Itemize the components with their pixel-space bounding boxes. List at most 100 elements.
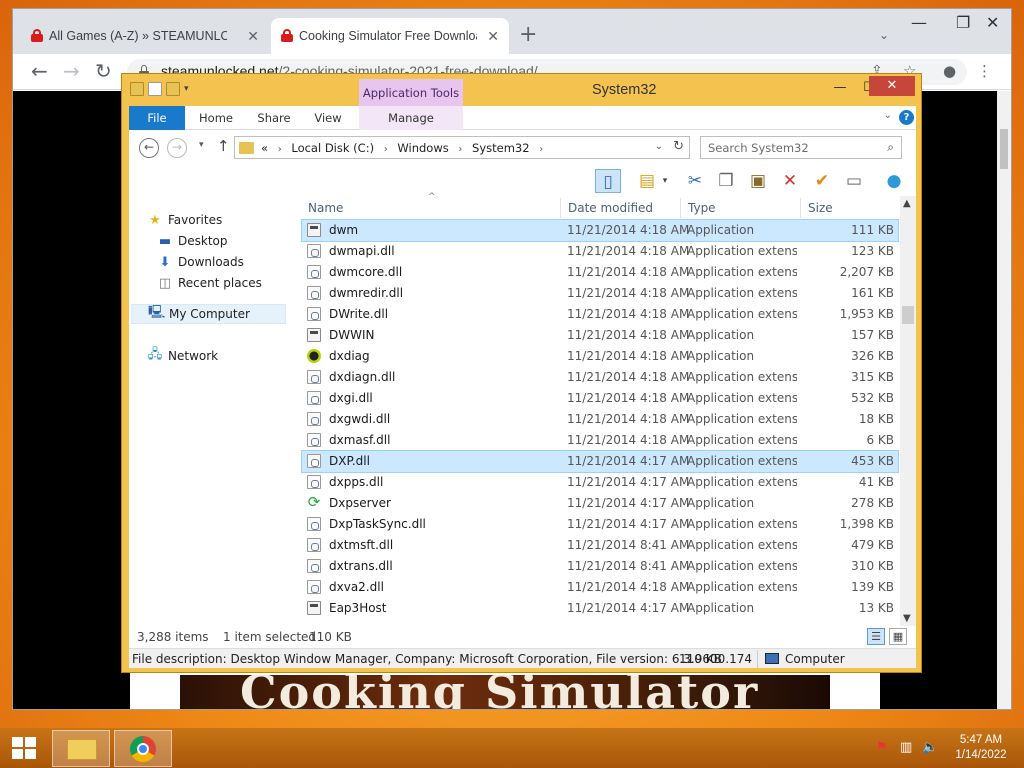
breadcrumb-system32[interactable]: System32: [472, 141, 530, 155]
folder-options-dropdown-icon[interactable]: ▾: [658, 169, 672, 193]
tab-all-games[interactable]: All Games (A-Z) » STEAMUNLOCKED ✕: [21, 18, 269, 54]
table-row[interactable]: Eap3Host 11/21/2014 4:17 AM Application 13 …: [302, 598, 898, 619]
volume-muted-icon[interactable]: 🔈: [922, 740, 938, 755]
breadcrumb-windows[interactable]: Windows: [397, 141, 448, 155]
system-clock[interactable]: 5:47 AM 1/14/2022: [951, 733, 1011, 763]
tab-view[interactable]: View: [305, 106, 351, 130]
forward-arrow-icon[interactable]: →: [63, 60, 80, 82]
windows-start-icon[interactable]: [12, 737, 37, 760]
tab-manage[interactable]: Manage: [359, 106, 463, 130]
rename-icon[interactable]: ▭: [841, 169, 867, 193]
scrollbar-thumb[interactable]: [902, 306, 914, 324]
cut-icon[interactable]: ✂: [682, 169, 708, 193]
back-button[interactable]: ←: [139, 138, 159, 158]
nav-downloads[interactable]: ⬇ Downloads: [157, 252, 244, 272]
table-row[interactable]: dxtmsft.dll 11/21/2014 8:41 AM Application…: [302, 535, 898, 556]
table-row[interactable]: DWWIN 11/21/2014 4:18 AM Application 157 KB: [302, 325, 898, 346]
chevron-right-icon[interactable]: ›: [384, 144, 388, 155]
table-row[interactable]: dxdiagn.dll 11/21/2014 4:18 AM Application…: [302, 367, 898, 388]
scroll-up-icon[interactable]: ▲: [903, 198, 911, 209]
menu-kebab-icon[interactable]: ⋮: [977, 60, 992, 82]
help-icon[interactable]: ?: [899, 110, 914, 125]
table-row[interactable]: DWrite.dll 11/21/2014 4:18 AM Application …: [302, 304, 898, 325]
breadcrumb-overflow[interactable]: «: [261, 141, 268, 155]
scroll-down-icon[interactable]: ▼: [903, 613, 911, 624]
breadcrumb-local-disk[interactable]: Local Disk (C:): [291, 141, 374, 155]
table-row[interactable]: ⟳ Dxpserver 11/21/2014 4:17 AM Application 2…: [302, 493, 898, 514]
profile-avatar-icon[interactable]: ●: [943, 60, 956, 82]
search-input[interactable]: Search System32 ⌕: [700, 136, 902, 159]
nav-favorites[interactable]: ★ Favorites: [147, 210, 222, 230]
address-dropdown-icon[interactable]: ⌄: [655, 141, 663, 152]
file-list-scrollbar[interactable]: ▲ ▼: [900, 196, 916, 626]
globe-icon[interactable]: ●: [881, 169, 907, 193]
new-folder-icon[interactable]: [166, 82, 180, 96]
recent-locations-icon[interactable]: ▾: [199, 140, 204, 150]
close-browser-button[interactable]: ✕: [986, 13, 999, 32]
table-row[interactable]: dxtrans.dll 11/21/2014 8:41 AM Application…: [302, 556, 898, 577]
tab-search-chevron-icon[interactable]: ⌄: [879, 28, 889, 42]
nav-network[interactable]: 🖧 Network: [147, 346, 218, 366]
minimize-browser-button[interactable]: —: [911, 13, 927, 32]
tab-cooking-simulator[interactable]: Cooking Simulator Free Download ✕: [271, 18, 509, 54]
table-row[interactable]: dxgwdi.dll 11/21/2014 4:18 AM Application …: [302, 409, 898, 430]
up-arrow-icon[interactable]: ↑: [217, 137, 230, 155]
large-icons-view-icon[interactable]: ▦: [889, 628, 907, 645]
preview-pane-icon[interactable]: ▯: [595, 169, 621, 193]
table-row[interactable]: dxgi.dll 11/21/2014 4:18 AM Application ex…: [302, 388, 898, 409]
close-button[interactable]: ✕: [869, 76, 915, 96]
new-tab-button[interactable]: +: [519, 24, 537, 46]
column-date-modified[interactable]: Date modified: [568, 201, 653, 215]
nav-desktop[interactable]: ▬ Desktop: [157, 231, 228, 251]
tab-share[interactable]: Share: [249, 106, 299, 130]
expand-ribbon-icon[interactable]: ⌄: [884, 110, 892, 121]
column-type[interactable]: Type: [688, 201, 716, 215]
taskbar-chrome[interactable]: [114, 730, 172, 767]
table-row[interactable]: dwmcore.dll 11/21/2014 4:18 AM Application…: [302, 262, 898, 283]
table-row[interactable]: DXP.dll 11/21/2014 4:17 AM Application ext…: [301, 450, 899, 473]
table-row[interactable]: DxpTaskSync.dll 11/21/2014 4:17 AM Applica…: [302, 514, 898, 535]
close-tab-icon[interactable]: ✕: [487, 28, 499, 45]
table-row[interactable]: dxmasf.dll 11/21/2014 4:18 AM Application …: [302, 430, 898, 451]
minimize-button[interactable]: —: [826, 78, 854, 98]
chevron-right-icon[interactable]: ›: [278, 144, 282, 155]
column-divider[interactable]: [800, 198, 801, 218]
table-row[interactable]: dwmredir.dll 11/21/2014 4:18 AM Applicatio…: [302, 283, 898, 304]
close-tab-icon[interactable]: ✕: [247, 28, 259, 45]
action-center-flag-icon[interactable]: ⚑: [876, 740, 888, 755]
refresh-icon[interactable]: ↻: [673, 139, 684, 154]
properties-icon[interactable]: [148, 82, 162, 96]
back-arrow-icon[interactable]: ←: [31, 60, 48, 82]
details-view-icon[interactable]: ☰: [867, 628, 885, 645]
explorer-titlebar[interactable]: ▾ Application Tools System32 — ☐ ✕: [122, 74, 921, 106]
folder-options-icon[interactable]: ▤: [634, 169, 660, 193]
page-scrollbar[interactable]: [997, 91, 1011, 709]
table-row[interactable]: dwm 11/21/2014 4:18 AM Application 111 KB: [301, 219, 899, 242]
column-size[interactable]: Size: [808, 201, 833, 215]
nav-my-computer[interactable]: 🖳 My Computer: [131, 304, 286, 324]
network-tray-icon[interactable]: ▥: [900, 740, 912, 755]
address-bar[interactable]: « › Local Disk (C:) › Windows › System32…: [234, 136, 690, 159]
reload-icon[interactable]: ↻: [95, 60, 112, 82]
forward-button[interactable]: →: [167, 138, 187, 158]
column-divider[interactable]: [680, 198, 681, 218]
checkmark-icon[interactable]: ✔: [809, 169, 835, 193]
restore-browser-button[interactable]: ❐: [956, 13, 970, 32]
chevron-right-icon[interactable]: ›: [458, 144, 462, 155]
column-name[interactable]: Name: [308, 201, 343, 215]
column-divider[interactable]: [560, 198, 561, 218]
page-scrollbar-thumb[interactable]: [1000, 129, 1008, 169]
copy-icon[interactable]: ❐: [713, 169, 739, 193]
table-row[interactable]: dxpps.dll 11/21/2014 4:17 AM Application e…: [302, 472, 898, 493]
customize-qat-icon[interactable]: ▾: [184, 84, 189, 96]
table-row[interactable]: dxva2.dll 11/21/2014 4:18 AM Application e…: [302, 577, 898, 598]
table-row[interactable]: dxdiag 11/21/2014 4:18 AM Application 326 K…: [302, 346, 898, 367]
nav-recent-places[interactable]: ◫ Recent places: [157, 273, 262, 293]
delete-icon[interactable]: ✕: [777, 169, 803, 193]
taskbar-file-explorer[interactable]: [52, 730, 110, 767]
tab-home[interactable]: Home: [191, 106, 241, 130]
table-row[interactable]: dwmapi.dll 11/21/2014 4:18 AM Application …: [302, 241, 898, 262]
chevron-right-icon[interactable]: ›: [539, 144, 543, 155]
tab-file[interactable]: File: [129, 106, 185, 130]
paste-icon[interactable]: ▣: [745, 169, 771, 193]
